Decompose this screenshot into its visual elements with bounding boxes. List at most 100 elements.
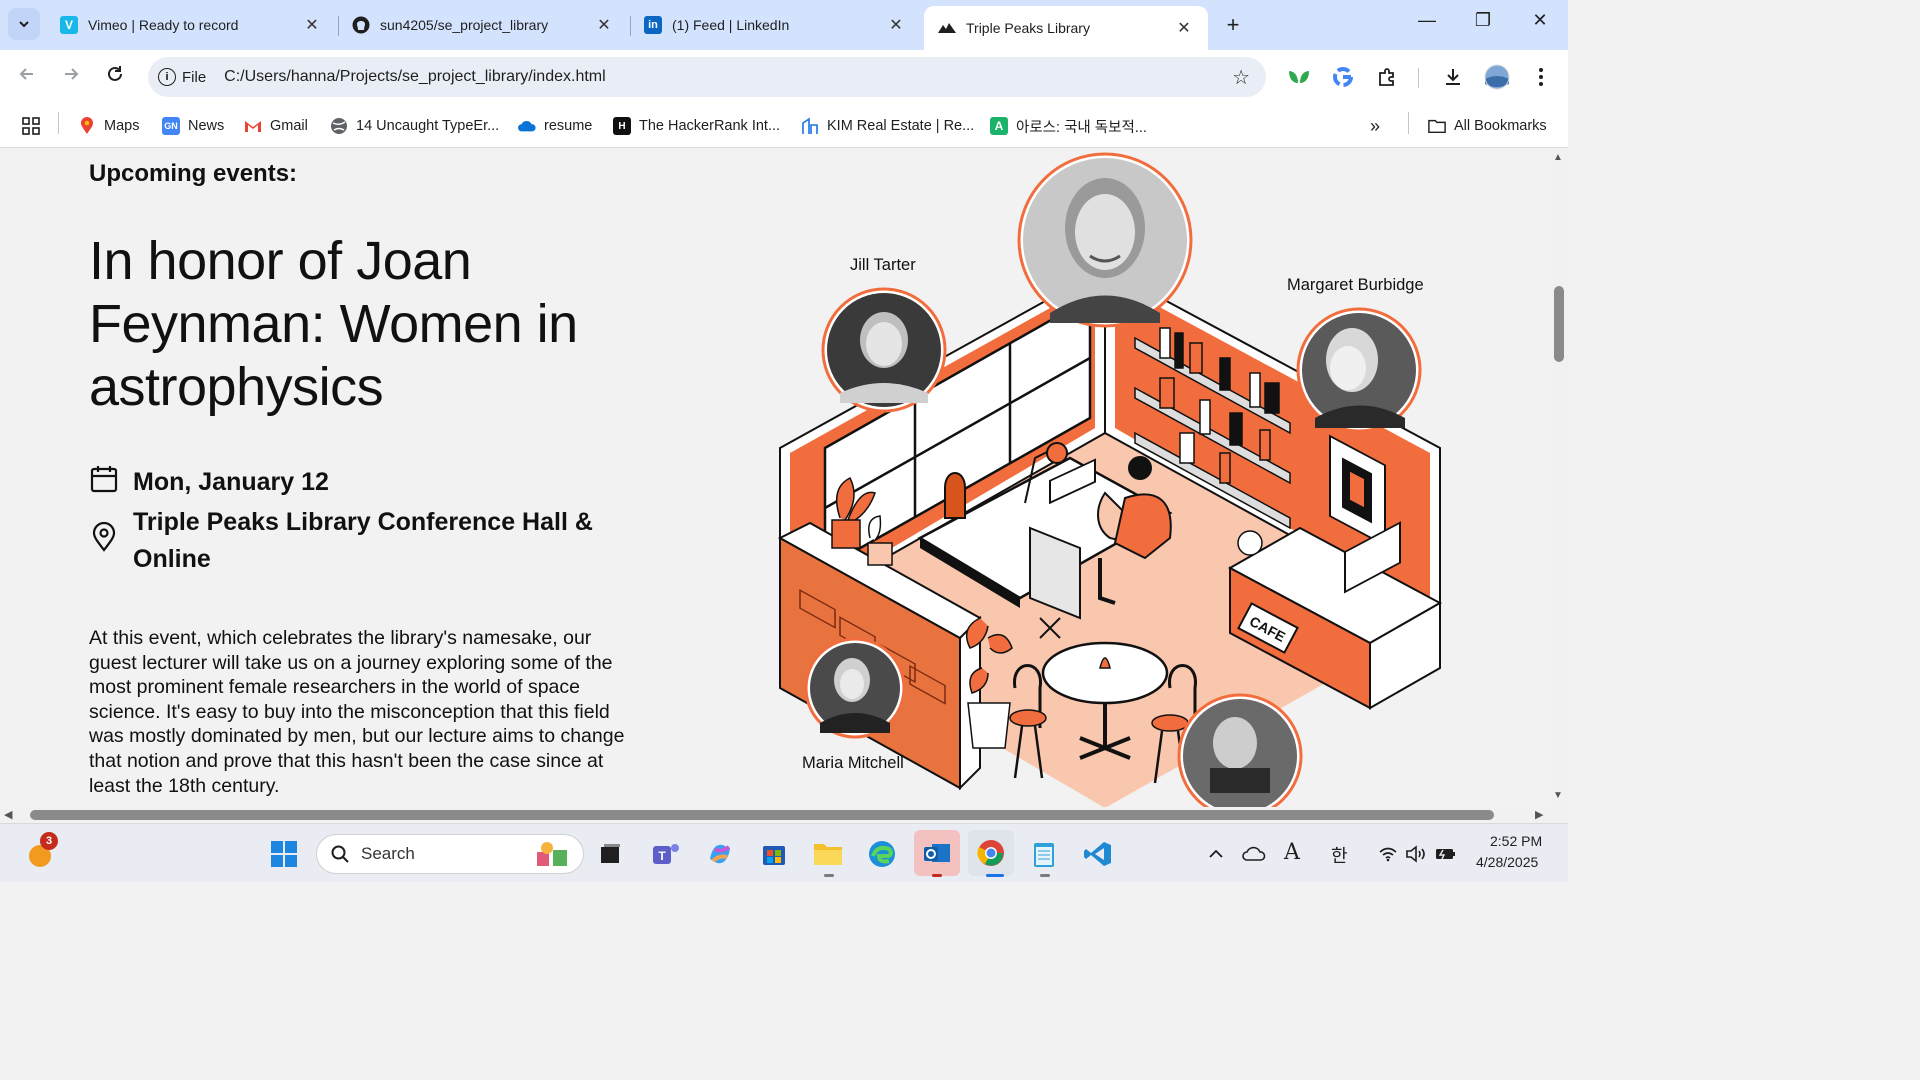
horizontal-scrollbar[interactable]: ◀ ▶ <box>0 807 1550 823</box>
apps-button[interactable] <box>22 114 40 138</box>
reload-icon <box>108 66 122 81</box>
scroll-right-icon[interactable]: ▶ <box>1535 808 1543 821</box>
event-location-row: Triple Peaks Library Conference Hall & O… <box>89 504 593 578</box>
bookmark-maps[interactable]: Maps <box>78 114 139 138</box>
restore-button[interactable]: ❐ <box>1463 10 1503 31</box>
minimize-button[interactable]: — <box>1407 10 1447 31</box>
portrait-joan-feynman <box>1017 152 1193 328</box>
info-icon[interactable]: i <box>158 68 176 86</box>
arrow-left-icon <box>19 68 33 80</box>
label-jill-tarter: Jill Tarter <box>850 256 916 274</box>
portrait-maria-mitchell <box>804 637 906 739</box>
bookmark-arose[interactable]: A 아로스: 국내 독보적... <box>990 114 1147 138</box>
font-indicator[interactable]: A <box>1284 840 1300 865</box>
ime-indicator[interactable]: 한 <box>1331 842 1348 868</box>
vscode-icon <box>1084 842 1111 866</box>
vscode-app[interactable] <box>1080 836 1116 872</box>
bookmark-kim-real-estate[interactable]: KIM Real Estate | Re... <box>801 114 974 138</box>
vertical-scrollbar[interactable]: ▲ ▼ <box>1550 148 1568 807</box>
close-window-button[interactable]: ✕ <box>1520 10 1560 31</box>
close-icon[interactable]: ✕ <box>302 15 322 35</box>
close-icon[interactable]: ✕ <box>886 15 906 35</box>
copilot-app[interactable] <box>702 836 738 872</box>
all-bookmarks-label: All Bookmarks <box>1454 118 1547 134</box>
clock-time[interactable]: 2:52 PM <box>1490 833 1542 849</box>
more-bookmarks-button[interactable]: » <box>1370 114 1380 138</box>
file-chip[interactable]: File <box>182 69 206 86</box>
all-bookmarks-button[interactable]: All Bookmarks <box>1428 114 1547 138</box>
url-text[interactable]: C:/Users/hanna/Projects/se_project_libra… <box>224 68 1232 86</box>
news-icon: GN <box>162 117 180 135</box>
library-room-illustration: CAFE <box>777 152 1443 807</box>
bookmark-star-icon[interactable]: ☆ <box>1232 65 1250 90</box>
file-explorer-app[interactable] <box>810 836 846 872</box>
event-location: Triple Peaks Library Conference Hall & O… <box>133 508 593 573</box>
tab-linkedin[interactable]: in (1) Feed | LinkedIn ✕ <box>630 6 920 44</box>
download-icon[interactable] <box>1440 64 1466 90</box>
tab-github[interactable]: sun4205/se_project_library ✕ <box>338 6 628 44</box>
bookmark-news[interactable]: GN News <box>162 114 224 138</box>
forward-button[interactable] <box>58 64 84 90</box>
show-hidden-icons-button[interactable] <box>1198 836 1234 872</box>
tab-title: sun4205/se_project_library <box>380 17 549 33</box>
bookmark-label: 아로스: 국내 독보적... <box>1016 119 1147 136</box>
address-bar[interactable]: i File C:/Users/hanna/Projects/se_projec… <box>148 57 1266 97</box>
browser-toolbar: i File C:/Users/hanna/Projects/se_projec… <box>0 50 1568 104</box>
outlook-app[interactable] <box>914 830 960 876</box>
chrome-icon <box>977 840 1004 866</box>
outlook-icon <box>924 844 950 862</box>
bookmark-gmail[interactable]: Gmail <box>244 114 308 138</box>
teams-app[interactable]: T <box>648 836 684 872</box>
calendar-icon <box>90 466 118 493</box>
battery-charging-icon <box>1436 849 1455 860</box>
taskbar-search-box[interactable]: Search <box>316 834 584 874</box>
cake-stand <box>1237 530 1263 556</box>
bookmark-hackerrank[interactable]: H The HackerRank Int... <box>613 114 780 138</box>
google-icon[interactable] <box>1330 64 1356 90</box>
chair <box>944 472 966 519</box>
bookmark-typeerror[interactable]: 14 Uncaught TypeEr... <box>330 114 499 138</box>
scroll-down-icon[interactable]: ▼ <box>1553 790 1563 801</box>
tab-title: Triple Peaks Library <box>966 20 1090 36</box>
location-pin-icon <box>92 522 116 552</box>
chevron-double-right-icon: » <box>1370 115 1381 136</box>
start-button[interactable] <box>266 836 302 872</box>
bookmark-label: Gmail <box>270 118 308 134</box>
profile-avatar[interactable] <box>1484 64 1510 90</box>
extension-leaf-icon[interactable] <box>1286 64 1312 90</box>
library-illustration: CAFE Jill Tarter Margaret Burbidge Maria… <box>760 148 1460 807</box>
back-button[interactable] <box>14 64 40 90</box>
building-icon <box>801 117 819 135</box>
horizontal-scroll-thumb[interactable] <box>30 810 1494 820</box>
store-icon <box>763 846 785 865</box>
vertical-scroll-thumb[interactable] <box>1554 286 1564 362</box>
clock-date[interactable]: 4/28/2025 <box>1476 854 1538 870</box>
notepad-app[interactable] <box>1026 836 1062 872</box>
tab-vimeo[interactable]: V Vimeo | Ready to record ✕ <box>46 6 336 44</box>
bookmark-resume[interactable]: resume <box>518 114 592 138</box>
page-viewport: Upcoming events: In honor of Joan Feynma… <box>0 148 1550 807</box>
cafe-table <box>1041 641 1169 705</box>
wifi-icon <box>1379 847 1397 862</box>
battery-button[interactable] <box>1428 836 1464 872</box>
chrome-app[interactable] <box>968 830 1014 876</box>
scroll-up-icon[interactable]: ▲ <box>1553 152 1563 163</box>
arrow-right-icon <box>65 68 79 80</box>
svg-text:T: T <box>658 849 666 863</box>
extensions-puzzle-icon[interactable] <box>1374 64 1400 90</box>
onedrive-tray-button[interactable] <box>1236 836 1272 872</box>
scroll-left-icon[interactable]: ◀ <box>4 808 12 821</box>
arose-icon: A <box>990 117 1008 135</box>
close-icon[interactable]: ✕ <box>1174 18 1194 38</box>
tab-search-button[interactable] <box>8 8 40 40</box>
tab-triple-peaks-library[interactable]: Triple Peaks Library ✕ <box>924 6 1208 50</box>
close-icon[interactable]: ✕ <box>594 15 614 35</box>
new-tab-button[interactable]: + <box>1220 12 1246 38</box>
hackerrank-icon: H <box>613 117 631 135</box>
weather-widget[interactable]: 3 <box>22 832 58 872</box>
reload-button[interactable] <box>102 64 128 90</box>
edge-app[interactable] <box>864 836 900 872</box>
microsoft-store-app[interactable] <box>756 836 792 872</box>
more-menu-icon[interactable] <box>1528 64 1554 90</box>
task-view-button[interactable] <box>592 836 628 872</box>
